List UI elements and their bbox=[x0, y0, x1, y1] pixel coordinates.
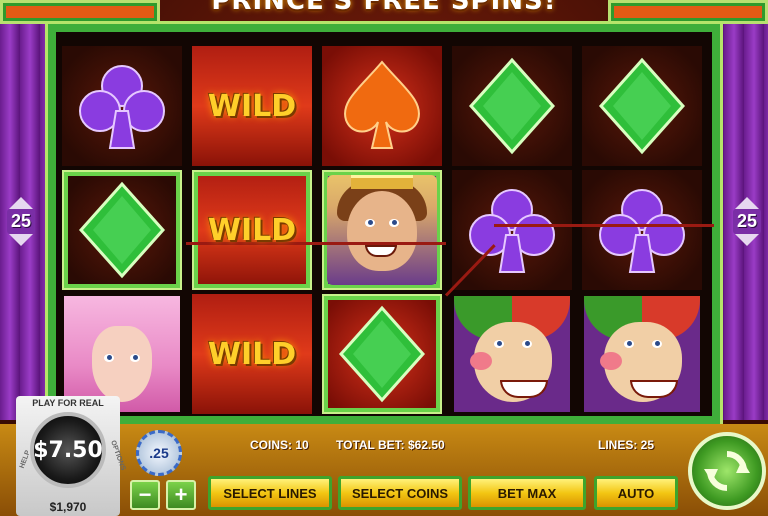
auto-button[interactable]: AUTO bbox=[594, 476, 678, 510]
arrow-down-icon bbox=[735, 233, 759, 246]
symbol-diamond bbox=[62, 170, 182, 290]
lines-readout: LINES: 25 bbox=[598, 438, 655, 452]
diamond-icon bbox=[468, 57, 556, 155]
symbol-wild: WILD bbox=[192, 294, 312, 414]
reel-3 bbox=[322, 46, 442, 416]
select-lines-button[interactable]: SELECT LINES bbox=[208, 476, 332, 510]
credit-balance: $1,970 bbox=[49, 500, 87, 514]
select-coins-button[interactable]: SELECT COINS bbox=[338, 476, 462, 510]
top-left-ornament bbox=[0, 0, 160, 24]
symbol-wild: WILD bbox=[192, 46, 312, 166]
coin-value-chip[interactable]: .25 bbox=[136, 430, 182, 476]
arrow-down-icon bbox=[9, 233, 33, 246]
symbol-spade bbox=[322, 46, 442, 166]
reel-5 bbox=[582, 46, 702, 416]
spade-icon bbox=[344, 60, 420, 149]
symbol-club bbox=[62, 46, 182, 166]
lines-count: 25 bbox=[732, 208, 762, 234]
total-bet-readout: TOTAL BET: $62.50 bbox=[336, 438, 445, 452]
coins-readout: COINS: 10 bbox=[250, 438, 309, 452]
symbol-club bbox=[582, 170, 702, 290]
arrow-up-icon bbox=[735, 196, 759, 209]
reel-4 bbox=[452, 46, 572, 416]
lines-indicator-right[interactable]: 25 bbox=[728, 188, 766, 254]
bet-max-button[interactable]: BET MAX bbox=[468, 476, 586, 510]
symbol-wild: WILD bbox=[192, 170, 312, 290]
club-icon bbox=[79, 65, 165, 149]
club-icon bbox=[599, 189, 685, 273]
diamond-icon bbox=[78, 181, 166, 279]
symbol-jester bbox=[452, 294, 572, 414]
top-right-ornament bbox=[608, 0, 768, 24]
payline bbox=[494, 224, 714, 227]
increase-coin-button[interactable]: + bbox=[166, 480, 196, 510]
diamond-icon bbox=[598, 57, 686, 155]
symbol-diamond bbox=[322, 294, 442, 414]
spin-button[interactable] bbox=[688, 432, 766, 510]
lines-indicator-left[interactable]: 25 bbox=[2, 188, 40, 254]
game-stage: PRINCE'S FREE SPINS! 25 25 WILD WILD WIL… bbox=[0, 0, 768, 516]
balance-amount: $7.50 bbox=[33, 437, 103, 463]
balance-dial: $7.50 bbox=[30, 412, 106, 488]
reel-frame: WILD WILD WILD bbox=[45, 21, 723, 427]
symbol-jester bbox=[582, 294, 702, 414]
refresh-arrows-icon bbox=[704, 451, 750, 491]
diamond-icon bbox=[338, 305, 426, 403]
free-spins-title: PRINCE'S FREE SPINS! bbox=[211, 0, 557, 16]
lines-count: 25 bbox=[6, 208, 36, 234]
reel-2: WILD WILD WILD bbox=[192, 46, 312, 416]
play-for-real-link[interactable]: PLAY FOR REAL bbox=[16, 398, 120, 408]
decrease-coin-button[interactable]: − bbox=[130, 480, 160, 510]
reel-1 bbox=[62, 46, 182, 416]
help-button[interactable]: HELP bbox=[19, 450, 32, 470]
symbol-diamond bbox=[452, 46, 572, 166]
arrow-up-icon bbox=[9, 196, 33, 209]
symbol-diamond bbox=[582, 46, 702, 166]
symbol-king bbox=[322, 170, 442, 290]
balance-panel: PLAY FOR REAL $7.50 HELP OPTIONS $1,970 bbox=[16, 396, 126, 516]
